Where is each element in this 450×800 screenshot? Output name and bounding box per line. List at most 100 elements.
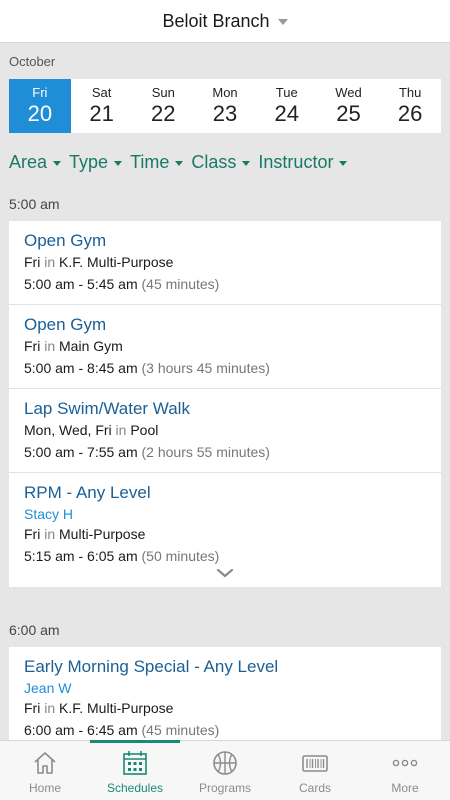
in-word: in — [115, 422, 127, 438]
caret-down-icon — [277, 19, 288, 25]
class-location: K.F. Multi-Purpose — [59, 254, 174, 270]
filter-time[interactable]: Time — [130, 152, 184, 173]
class-location: Pool — [130, 422, 159, 438]
class-title: Open Gym — [24, 231, 107, 250]
caret-down-icon — [339, 161, 348, 166]
filter-label: Time — [130, 152, 170, 172]
filter-label: Type — [69, 152, 109, 172]
class-duration: (3 hours 45 minutes) — [141, 360, 270, 376]
caret-down-icon — [175, 161, 184, 166]
schedule-group: Open Gym Fri in K.F. Multi-Purpose 5:00 … — [9, 221, 441, 587]
caret-down-icon — [53, 161, 62, 166]
in-word: in — [44, 254, 56, 270]
tab-label: Home — [28, 781, 61, 795]
tab-schedules[interactable]: Schedules — [90, 740, 180, 800]
class-time-line: 5:00 am - 7:55 am (2 hours 55 minutes) — [24, 441, 426, 464]
day-thu-26[interactable]: Thu 26 — [379, 79, 441, 133]
day-number: 23 — [212, 101, 238, 126]
class-days: Mon, Wed, Fri — [24, 422, 112, 438]
time-heading: 6:00 am — [9, 622, 60, 638]
class-instructor[interactable]: Jean W — [24, 678, 426, 698]
schedule-group: Early Morning Special - Any Level Jean W… — [9, 647, 441, 740]
class-location-line: Fri in K.F. Multi-Purpose — [24, 252, 426, 273]
in-word: in — [44, 338, 56, 354]
day-number: 22 — [151, 101, 176, 126]
class-time-line: 6:00 am - 6:45 am (45 minutes) — [24, 719, 426, 740]
filter-area[interactable]: Area — [9, 152, 62, 173]
day-number: 24 — [274, 101, 299, 126]
day-wed-25[interactable]: Wed 25 — [318, 79, 380, 133]
more-dots-icon — [392, 759, 418, 767]
class-time-range: 5:00 am - 8:45 am — [24, 360, 138, 376]
filter-instructor[interactable]: Instructor — [258, 152, 348, 173]
day-name: Mon — [212, 85, 238, 100]
class-days: Fri — [24, 700, 41, 716]
class-time-line: 5:00 am - 5:45 am (45 minutes) — [24, 273, 426, 296]
schedule-entry[interactable]: Early Morning Special - Any Level Jean W… — [9, 647, 441, 740]
tab-label: Schedules — [106, 781, 164, 795]
class-duration: (45 minutes) — [141, 276, 220, 292]
class-location-line: Fri in Main Gym — [24, 336, 426, 357]
schedule-entry[interactable]: Open Gym Fri in Main Gym 5:00 am - 8:45 … — [9, 305, 441, 389]
class-title: Early Morning Special - Any Level — [24, 657, 279, 676]
day-number: 21 — [89, 101, 114, 126]
class-location: Main Gym — [59, 338, 123, 354]
tab-home[interactable]: Home — [0, 741, 90, 800]
day-number: 20 — [27, 101, 53, 126]
class-title: RPM - Any Level — [24, 483, 151, 502]
class-time-range: 5:00 am - 7:55 am — [24, 444, 138, 460]
class-title: Open Gym — [24, 315, 107, 334]
barcode-card-icon — [302, 755, 328, 772]
day-number: 25 — [336, 101, 361, 126]
class-location: Multi-Purpose — [59, 526, 146, 542]
day-sat-21[interactable]: Sat 21 — [71, 79, 133, 133]
tab-more[interactable]: More — [360, 741, 450, 800]
class-duration: (45 minutes) — [141, 722, 220, 738]
day-name: Thu — [398, 85, 422, 100]
caret-down-icon — [242, 161, 251, 166]
day-name: Wed — [335, 85, 362, 100]
day-picker: Fri 20 Sat 21 Sun 22 Mon 23 Tue 24 Wed 2… — [9, 79, 441, 133]
filter-bar: Area Type Time Class Instructor — [9, 152, 348, 173]
in-word: in — [44, 700, 56, 716]
day-sun-22[interactable]: Sun 22 — [132, 79, 194, 133]
class-time-range: 5:00 am - 5:45 am — [24, 276, 138, 292]
branch-name: Beloit Branch — [162, 10, 270, 31]
schedule-entry[interactable]: Lap Swim/Water Walk Mon, Wed, Fri in Poo… — [9, 389, 441, 473]
class-location-line: Fri in Multi-Purpose — [24, 524, 426, 545]
class-time-line: 5:15 am - 6:05 am (50 minutes) — [24, 545, 426, 568]
filter-label: Class — [191, 152, 237, 172]
in-word: in — [44, 526, 56, 542]
class-days: Fri — [24, 254, 41, 270]
tab-label: Cards — [298, 781, 331, 795]
filter-type[interactable]: Type — [69, 152, 123, 173]
tab-label: Programs — [198, 781, 251, 795]
chevron-down-icon — [216, 568, 234, 578]
day-name: Fri — [32, 85, 48, 100]
class-instructor[interactable]: Stacy H — [24, 504, 426, 524]
day-name: Sun — [151, 85, 175, 100]
class-title: Lap Swim/Water Walk — [24, 399, 190, 418]
tab-programs[interactable]: Programs — [180, 741, 270, 800]
class-days: Fri — [24, 526, 41, 542]
class-location: K.F. Multi-Purpose — [59, 700, 174, 716]
class-location-line: Mon, Wed, Fri in Pool — [24, 420, 426, 441]
day-mon-23[interactable]: Mon 23 — [194, 79, 256, 133]
branch-selector[interactable]: Beloit Branch — [0, 0, 450, 43]
home-icon — [34, 752, 56, 774]
basketball-icon — [213, 751, 237, 775]
class-location-line: Fri in K.F. Multi-Purpose — [24, 698, 426, 719]
schedule-entry[interactable]: RPM - Any Level Stacy H Fri in Multi-Pur… — [9, 473, 441, 587]
day-tue-24[interactable]: Tue 24 — [256, 79, 318, 133]
expand-button[interactable] — [24, 568, 426, 587]
class-time-range: 5:15 am - 6:05 am — [24, 548, 138, 564]
filter-class[interactable]: Class — [191, 152, 251, 173]
tab-cards[interactable]: Cards — [270, 741, 360, 800]
day-fri-20[interactable]: Fri 20 — [9, 79, 71, 133]
bottom-tab-bar: Home Schedules Programs Cards More — [0, 740, 450, 800]
tab-label: More — [391, 781, 419, 795]
class-days: Fri — [24, 338, 41, 354]
filter-label: Instructor — [258, 152, 334, 172]
class-time-line: 5:00 am - 8:45 am (3 hours 45 minutes) — [24, 357, 426, 380]
schedule-entry[interactable]: Open Gym Fri in K.F. Multi-Purpose 5:00 … — [9, 221, 441, 305]
